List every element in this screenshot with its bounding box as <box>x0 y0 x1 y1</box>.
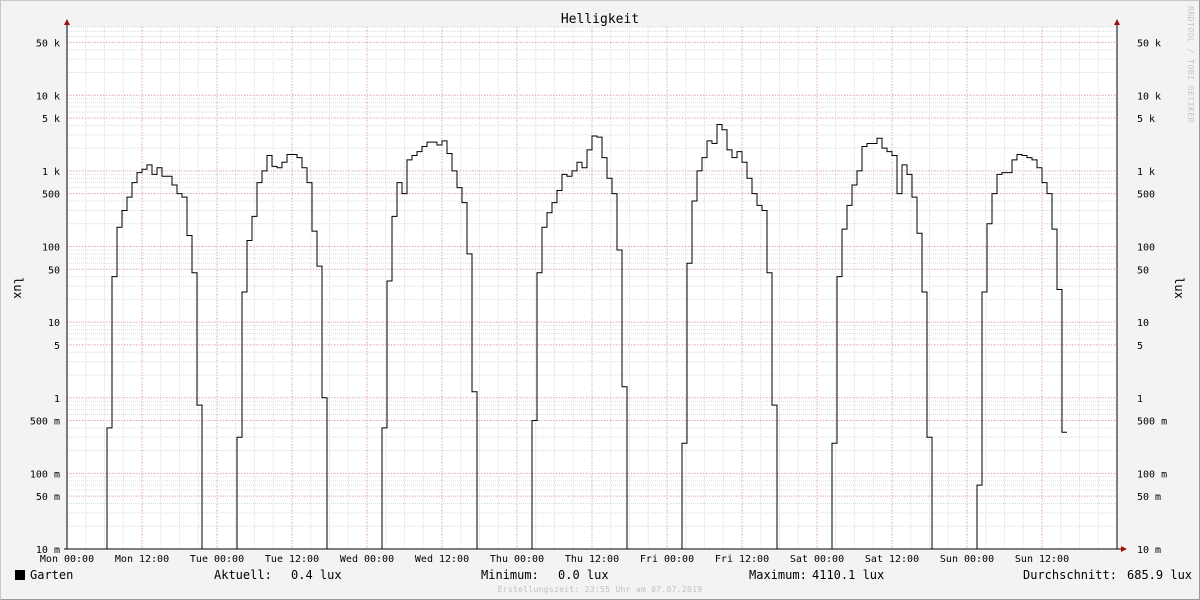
grid-lines <box>66 26 1118 550</box>
legend-avg-label: Durchschnitt: <box>1023 568 1117 582</box>
y-tick-label-right: 100 <box>1137 243 1155 254</box>
x-tick-label: Mon 12:00 <box>115 554 169 565</box>
y-tick-label: 1 k <box>42 167 60 178</box>
legend-max-value: 4110.1 lux <box>812 568 885 582</box>
legend-current-label: Aktuell: <box>214 568 272 582</box>
x-tick-label: Mon 00:00 <box>40 554 94 565</box>
y-tick-label-right: 500 m <box>1137 417 1167 428</box>
y-tick-label: 50 k <box>36 38 60 49</box>
x-tick-label: Sat 12:00 <box>865 554 919 565</box>
y-tick-label: 100 m <box>30 469 60 480</box>
legend-min-value: 0.0 lux <box>558 568 609 582</box>
rrdtool-watermark: RRDTOOL / TOBI OETIKER <box>1186 6 1195 123</box>
y-axis-label-left: lux <box>11 277 25 299</box>
y-axis-arrow-left <box>64 19 70 25</box>
x-tick-label: Fri 00:00 <box>640 554 694 565</box>
legend-current-value: 0.4 lux <box>291 568 342 582</box>
y-tick-label: 500 <box>42 190 60 201</box>
x-tick-label: Thu 12:00 <box>565 554 619 565</box>
y-tick-label-right: 50 k <box>1137 38 1161 49</box>
legend-series-name: Garten <box>30 568 74 582</box>
y-tick-label-right: 50 <box>1137 265 1149 276</box>
legend-max-label: Maximum: <box>749 568 807 582</box>
brightness-chart: 50 k 10 k 5 k 1 k 500 100 50 10 5 1 500 m 100 m 50 m… <box>11 12 1186 565</box>
y-tick-label-right: 10 <box>1137 318 1149 329</box>
x-tick-label: Wed 00:00 <box>340 554 394 565</box>
y-tick-label-right: 10 m <box>1137 545 1161 556</box>
y-tick-label: 10 k <box>36 91 60 102</box>
y-tick-label-right: 5 k <box>1137 114 1155 125</box>
x-tick-label: Thu 00:00 <box>490 554 544 565</box>
x-tick-label: Sun 12:00 <box>1015 554 1069 565</box>
y-axis-arrow-right <box>1114 19 1120 25</box>
x-tick-label: Sat 00:00 <box>790 554 844 565</box>
creation-time-footer: Erstellungszeit: 23:55 Uhr am 07.07.2019 <box>497 585 703 594</box>
x-tick-label: Fri 12:00 <box>715 554 769 565</box>
y-tick-label: 5 k <box>42 114 60 125</box>
y-tick-labels-right: 50 k 10 k 5 k 1 k 500 100 50 10 5 1 500 m 100 m 50 m… <box>1137 38 1167 556</box>
y-tick-labels-left: 50 k 10 k 5 k 1 k 500 100 50 10 5 1 500 m 100 m 50 m… <box>30 38 60 556</box>
y-tick-label: 50 <box>48 265 60 276</box>
x-tick-label: Wed 12:00 <box>415 554 469 565</box>
y-tick-label-right: 1 k <box>1137 167 1155 178</box>
y-tick-label-right: 10 k <box>1137 91 1161 102</box>
legend-min-label: Minimum: <box>481 568 539 582</box>
x-tick-labels: Mon 00:00 Mon 12:00 Tue 00:00 Tue 12:00 Wed … <box>40 554 1069 565</box>
x-tick-label: Tue 12:00 <box>265 554 319 565</box>
chart-title: Helligkeit <box>561 12 639 27</box>
legend-swatch <box>15 570 25 580</box>
y-tick-label: 50 m <box>36 492 60 503</box>
y-axis-label-right: lux <box>1172 277 1186 299</box>
y-tick-label-right: 100 m <box>1137 469 1167 480</box>
y-tick-label: 5 <box>54 341 60 352</box>
legend-avg-value: 685.9 lux <box>1127 568 1193 582</box>
y-tick-label: 10 <box>48 318 60 329</box>
y-tick-label-right: 5 <box>1137 341 1143 352</box>
y-tick-label-right: 1 <box>1137 394 1143 405</box>
x-axis-arrow <box>1121 546 1127 552</box>
x-tick-label: Sun 00:00 <box>940 554 994 565</box>
x-tick-label: Tue 00:00 <box>190 554 244 565</box>
y-tick-label-right: 50 m <box>1137 492 1161 503</box>
y-tick-label-right: 500 <box>1137 190 1155 201</box>
y-tick-label: 1 <box>54 394 60 405</box>
y-tick-label: 100 <box>42 243 60 254</box>
y-tick-label: 500 m <box>30 417 60 428</box>
